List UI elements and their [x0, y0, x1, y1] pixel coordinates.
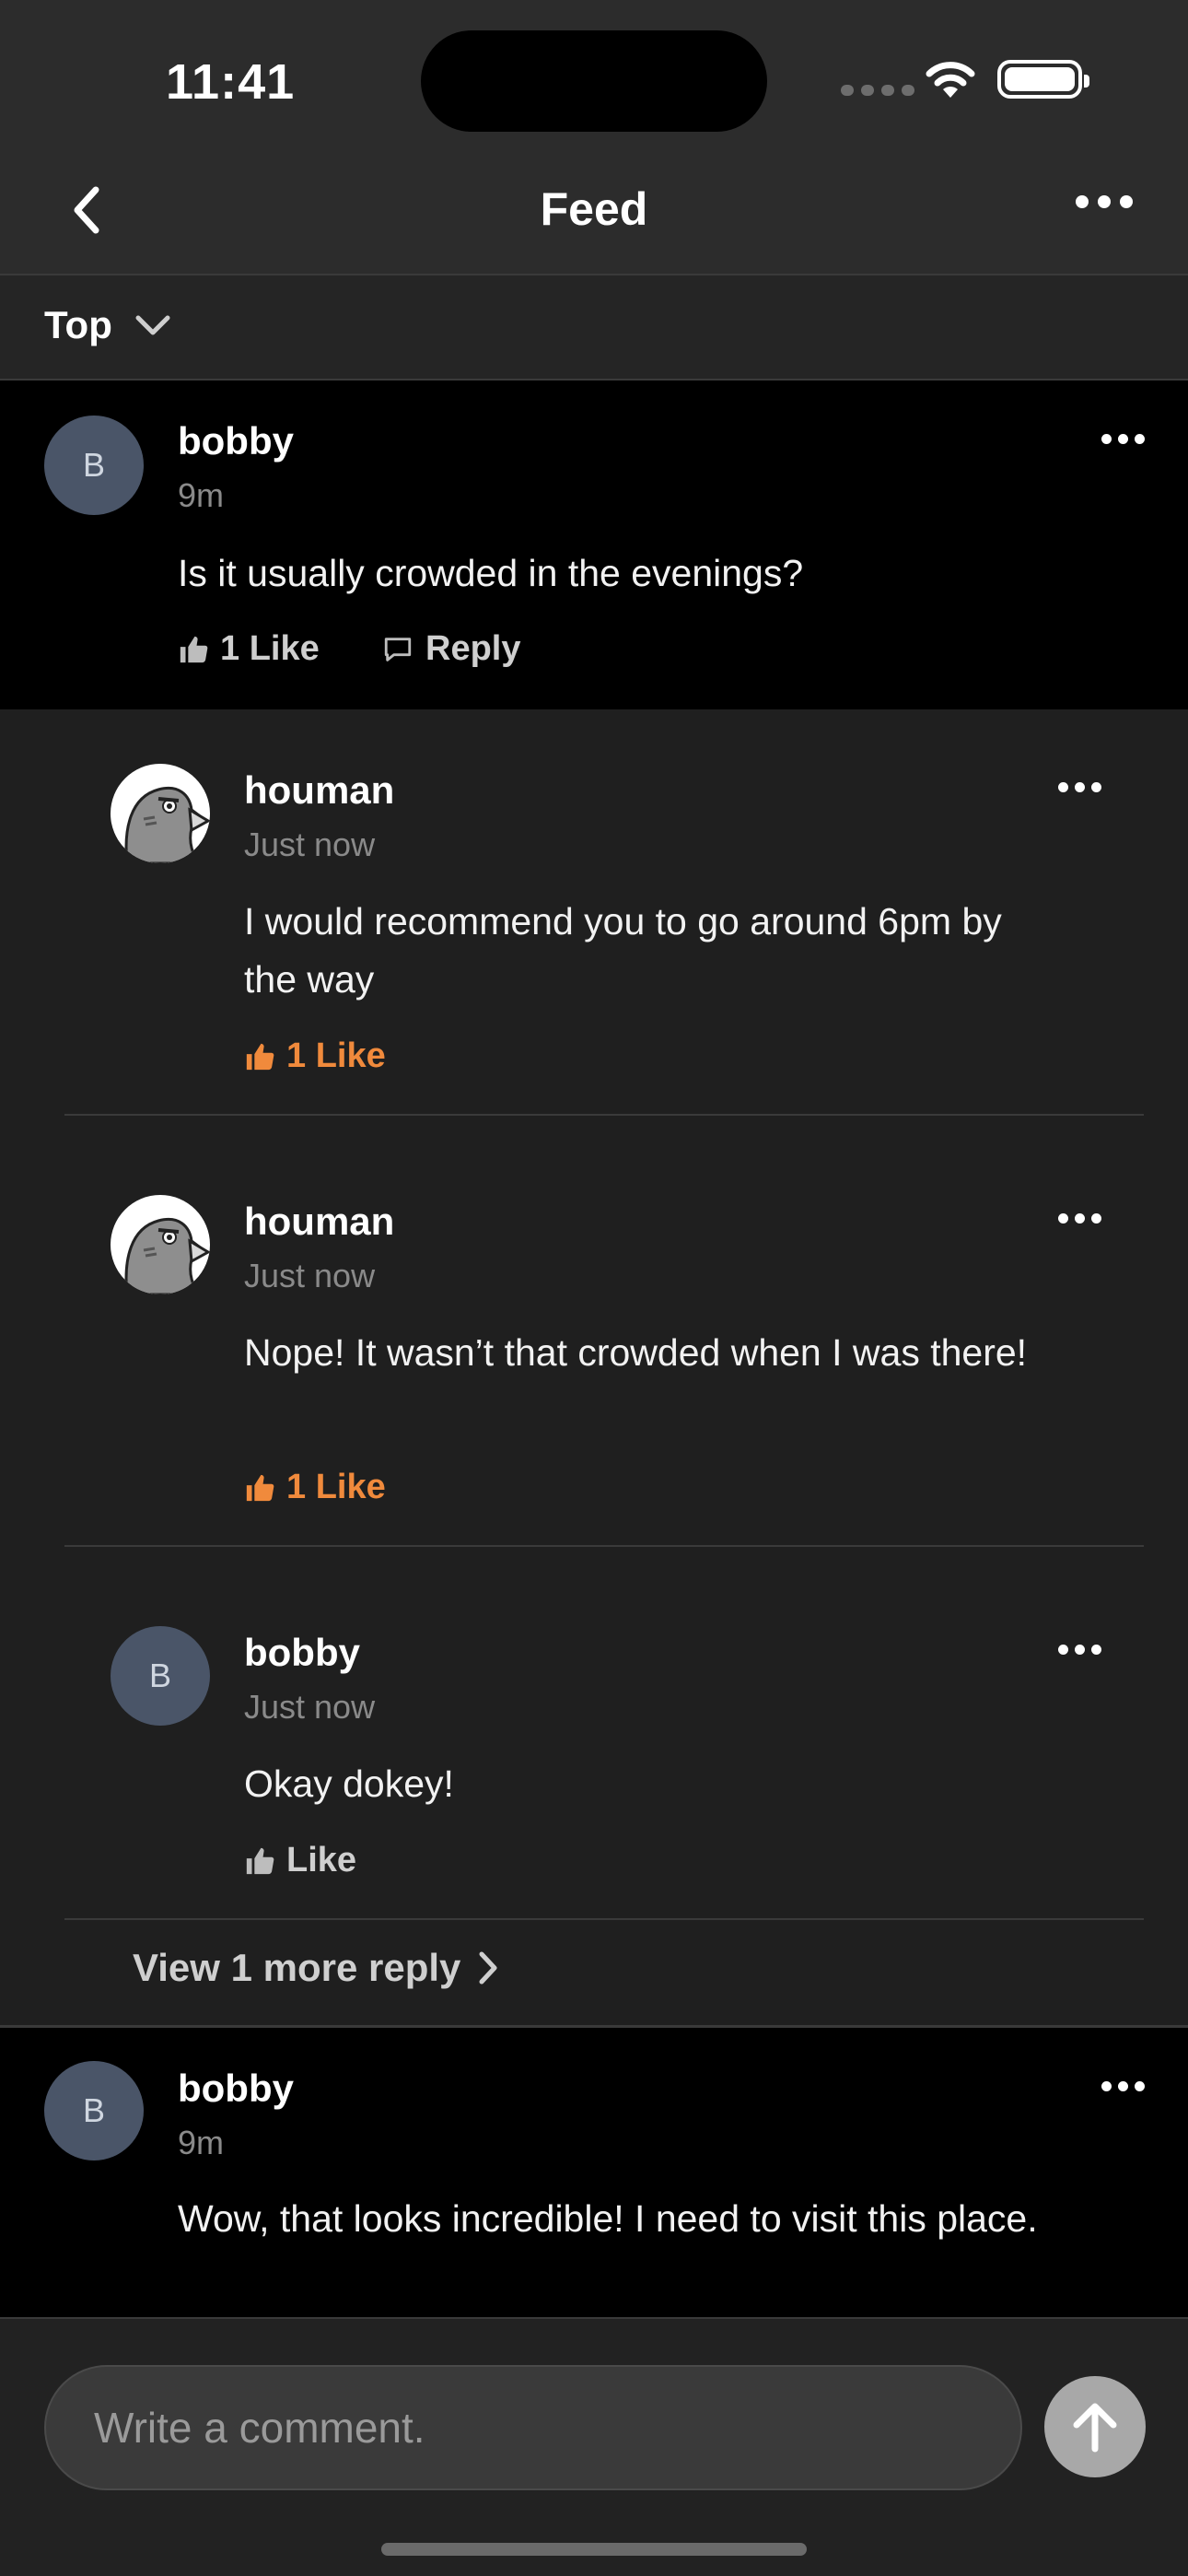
reply-time: Just now — [244, 1257, 376, 1294]
arrow-up-icon — [1073, 2403, 1117, 2453]
pigeon-avatar-icon — [124, 787, 210, 863]
reply-button[interactable]: Reply — [381, 629, 520, 669]
avatar[interactable]: B — [44, 2061, 144, 2160]
divider — [64, 1114, 1144, 1116]
speech-bubble-icon — [384, 637, 412, 662]
more-options-icon[interactable] — [1076, 195, 1133, 208]
comment-card: B bobby 9m Is it usually crowded in the … — [0, 381, 1188, 709]
top-bar: 11:41 Feed — [0, 0, 1188, 274]
avatar[interactable]: B — [111, 1626, 210, 1726]
send-button[interactable] — [1044, 2376, 1146, 2477]
page-title: Feed — [540, 183, 648, 235]
reply-more-icon[interactable] — [1058, 782, 1101, 792]
comment-composer: Write a comment. — [0, 2317, 1188, 2576]
reply-username[interactable]: houman — [244, 768, 394, 813]
avatar[interactable]: B — [44, 416, 144, 515]
reply-username[interactable]: bobby — [244, 1631, 360, 1675]
sort-label: Top — [44, 303, 112, 346]
like-button[interactable]: 1 Like — [244, 1468, 386, 1507]
thumbs-up-filled-icon — [246, 1474, 274, 1501]
wifi-icon — [926, 62, 975, 98]
comment-text: Is it usually crowded in the evenings? — [178, 552, 804, 594]
chevron-right-icon — [479, 1951, 497, 1985]
divider — [64, 1918, 1144, 1920]
status-time: 11:41 — [166, 54, 296, 110]
thumbs-up-icon — [180, 636, 208, 662]
like-count: 1 Like — [220, 629, 320, 668]
comment-card: B bobby 9m Wow, that looks incredible! I… — [0, 2028, 1188, 2317]
like-button[interactable]: Like — [244, 1841, 356, 1880]
battery-icon — [997, 60, 1089, 99]
reply-time: Just now — [244, 1688, 376, 1726]
avatar[interactable] — [111, 764, 210, 863]
reply-label: Reply — [425, 629, 521, 668]
reply-text: I would recommend you to go around 6pm b… — [244, 900, 1002, 1001]
view-more-replies-button[interactable]: View 1 more reply — [133, 1946, 499, 1990]
avatar[interactable] — [111, 1195, 210, 1294]
comment-time: 9m — [178, 2124, 225, 2161]
reply-username[interactable]: houman — [244, 1200, 394, 1244]
like-count: 1 Like — [286, 1036, 386, 1075]
comment-username[interactable]: bobby — [178, 2067, 294, 2111]
cellular-signal-icon — [841, 85, 914, 96]
sort-dropdown[interactable]: Top — [0, 274, 1188, 381]
comment-more-icon[interactable] — [1101, 434, 1145, 444]
reply-more-icon[interactable] — [1058, 1645, 1101, 1655]
comment-time: 9m — [178, 476, 225, 514]
home-indicator[interactable] — [381, 2543, 807, 2556]
reply-text: Nope! It wasn’t that crowded when I was … — [244, 1331, 1028, 1374]
dynamic-island — [421, 30, 767, 132]
pigeon-avatar-icon — [124, 1218, 210, 1294]
comment-input[interactable]: Write a comment. — [44, 2365, 1022, 2490]
like-button[interactable]: 1 Like — [244, 1036, 386, 1076]
comment-username[interactable]: bobby — [178, 419, 294, 463]
reply-text: Okay dokey! — [244, 1762, 454, 1805]
like-count: Like — [286, 1841, 357, 1879]
thumbs-up-icon — [246, 1847, 274, 1874]
chevron-down-icon — [135, 315, 170, 335]
thumbs-up-filled-icon — [246, 1043, 274, 1070]
comment-more-icon[interactable] — [1101, 2081, 1145, 2091]
like-count: 1 Like — [286, 1468, 386, 1506]
divider — [64, 1545, 1144, 1547]
reply-more-icon[interactable] — [1058, 1213, 1101, 1224]
like-button[interactable]: 1 Like — [178, 629, 320, 669]
reply-time: Just now — [244, 825, 376, 863]
view-more-label: View 1 more reply — [133, 1946, 461, 1989]
comment-text: Wow, that looks incredible! I need to vi… — [178, 2197, 1038, 2240]
